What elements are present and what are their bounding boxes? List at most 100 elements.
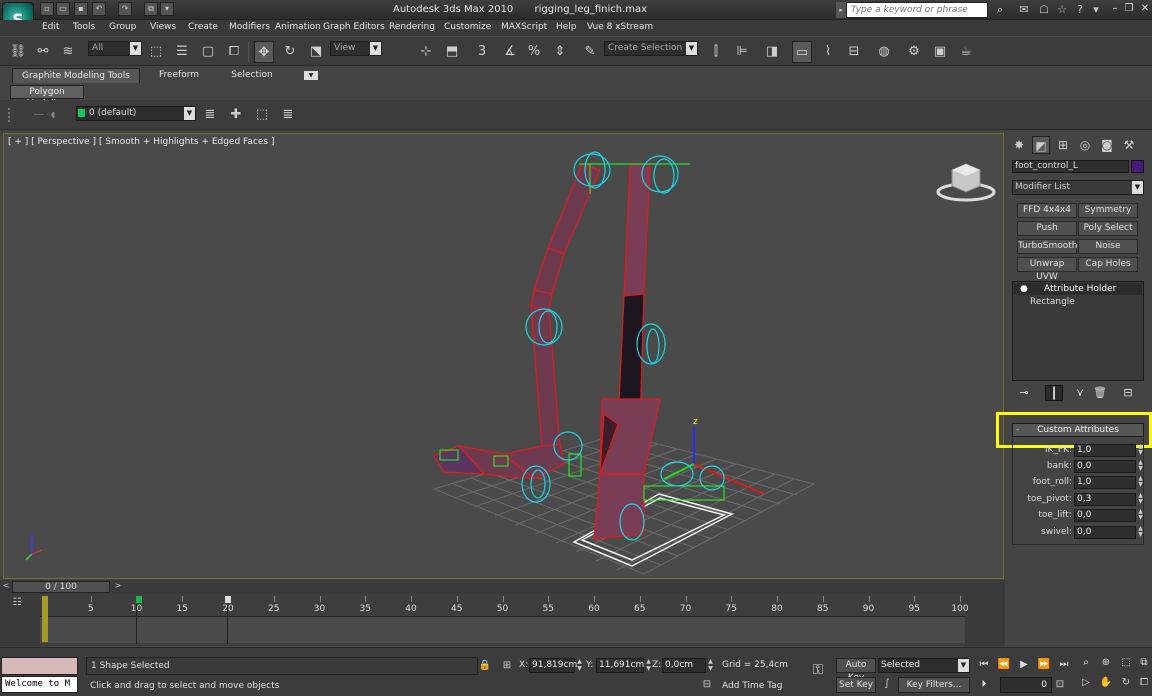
add-time-tag[interactable]: Add Time Tag [718, 678, 800, 694]
y-coordinate-field[interactable]: 11,691cm [596, 658, 644, 673]
time-slider-thumb[interactable]: 0 / 100 [12, 581, 110, 593]
named-selection-set-dropdown[interactable]: Create Selection Se ▼ [604, 41, 698, 56]
modifier-list-dropdown[interactable]: Modifier List ▼ [1012, 180, 1144, 195]
stack-item-attribute-holder[interactable]: ● Attribute Holder [1014, 283, 1142, 295]
create-new-layer-icon[interactable]: ≣ [200, 104, 220, 126]
turbosmooth-button[interactable]: TurboSmooth [1017, 239, 1077, 254]
menu-graph-editors[interactable]: Graph Editors [323, 22, 385, 32]
rendered-frame-window-icon[interactable]: ▣ [930, 41, 950, 63]
param-input[interactable]: 1,0 [1074, 444, 1136, 457]
remove-modifier-icon[interactable]: 🗑 [1091, 385, 1109, 401]
absolute-mode-icon[interactable]: ⊞ [500, 659, 514, 673]
previous-frame-icon[interactable]: < [0, 581, 12, 593]
x-coordinate-field[interactable]: 91,819cm [529, 658, 577, 673]
stack-item-rectangle[interactable]: Rectangle [1014, 296, 1142, 308]
key-tangent-icon[interactable]: ∫ [880, 678, 894, 692]
reference-coordinate-dropdown[interactable]: View ▼ [330, 41, 382, 56]
favorites-icon[interactable]: ☆ [1054, 2, 1070, 18]
lightbulb-icon[interactable]: ● [1020, 283, 1028, 295]
tab-selection[interactable]: Selection [222, 68, 282, 83]
make-unique-icon[interactable]: ⋎ [1071, 385, 1089, 401]
time-tag-icon[interactable]: ⊟ [700, 679, 714, 693]
param-input[interactable]: 1,0 [1074, 476, 1136, 489]
utilities-tab-icon[interactable]: ⚒ [1120, 136, 1138, 154]
quick-access-dropdown-icon[interactable]: ▾ [160, 2, 174, 16]
key-marker[interactable] [136, 596, 142, 603]
new-file-icon[interactable]: ▫ [40, 2, 54, 16]
push-button[interactable]: Push [1017, 221, 1077, 236]
help-dropdown-icon[interactable]: ▾ [1088, 2, 1104, 18]
spinner-icon[interactable]: ▲ ▼ [1137, 476, 1144, 489]
object-name-field[interactable]: foot_control_L [1012, 160, 1129, 173]
cap-holes-button[interactable]: Cap Holes [1078, 257, 1138, 272]
next-frame-icon[interactable]: > [112, 581, 124, 593]
previous-key-icon[interactable]: ⏪ [996, 658, 1012, 672]
frame-ruler[interactable]: 0510152025303540455055606570758085909510… [40, 594, 969, 646]
motion-tab-icon[interactable]: ◎ [1076, 136, 1094, 154]
menu-rendering[interactable]: Rendering [389, 22, 435, 32]
tab-polygon-modeling[interactable]: Polygon Modeling [10, 85, 84, 109]
display-tab-icon[interactable]: ◙ [1098, 136, 1116, 154]
object-color-swatch[interactable] [1131, 160, 1144, 173]
viewport-label[interactable]: [ + ] [ Perspective ] [ Smooth + Highlig… [8, 137, 274, 147]
auto-key-button[interactable]: Auto Key [836, 658, 876, 683]
spinner-icon[interactable]: ▲ ▼ [1137, 444, 1144, 457]
select-object-icon[interactable]: ⬚ [146, 41, 166, 63]
custom-attributes-rollout-header[interactable]: - Custom Attributes [1012, 423, 1144, 437]
bind-space-warp-icon[interactable]: ≋ [58, 41, 78, 63]
spinner-icon[interactable]: ▲ ▼ [1137, 460, 1144, 473]
time-configuration-icon[interactable]: ⊡ [1052, 678, 1068, 692]
undo-icon[interactable]: ↶ [92, 2, 106, 16]
zoom-all-icon[interactable]: ⊕ [1098, 656, 1114, 670]
menu-edit[interactable]: Edit [42, 22, 59, 32]
help-icon[interactable]: ? [1072, 2, 1088, 18]
orbit-icon[interactable]: ↻ [1118, 676, 1134, 690]
spinner-icon[interactable]: ▲ ▼ [1137, 526, 1144, 539]
poly-select-button[interactable]: Poly Select [1078, 221, 1138, 236]
window-crossing-icon[interactable]: ⧠ [224, 41, 244, 63]
param-input[interactable]: 0,0 [1074, 460, 1136, 473]
maximize-icon[interactable]: ❐ [1122, 2, 1136, 16]
schematic-view-icon[interactable]: ⊟ [844, 41, 864, 63]
play-icon[interactable]: ▶ [1016, 658, 1032, 672]
pan-view-icon[interactable]: ✋ [1098, 676, 1114, 690]
ffd-button[interactable]: FFD 4x4x4 [1017, 203, 1077, 218]
redo-icon[interactable]: ↷ [118, 2, 132, 16]
communication-center-icon[interactable]: ☖ [1036, 2, 1052, 18]
tab-graphite-modeling-tools[interactable]: Graphite Modeling Tools [12, 68, 140, 83]
select-by-name-icon[interactable]: ☰ [172, 41, 192, 63]
subscription-icon[interactable]: ✉ [1016, 2, 1032, 18]
render-setup-icon[interactable]: ⚙ [904, 41, 924, 63]
key-track[interactable] [40, 617, 965, 643]
save-file-icon[interactable]: ▪ [74, 2, 88, 16]
key-mode-dropdown[interactable]: Selected ▼ [878, 658, 970, 673]
spinner-icon[interactable]: ▲ ▼ [707, 658, 714, 673]
menu-views[interactable]: Views [150, 22, 176, 32]
add-to-layer-icon[interactable]: ✚ [226, 104, 246, 126]
create-tab-icon[interactable]: ✸ [1010, 136, 1028, 154]
search-expand-icon[interactable]: ▸ [836, 2, 846, 18]
material-editor-icon[interactable]: ◍ [874, 41, 894, 63]
project-folder-icon[interactable]: ⧉ [144, 2, 158, 16]
key-marker[interactable] [225, 596, 231, 603]
layer-manager-icon[interactable]: ◨ [762, 41, 782, 63]
param-input[interactable]: 0,0 [1074, 526, 1136, 539]
noise-button[interactable]: Noise [1078, 239, 1138, 254]
rectangular-selection-icon[interactable]: ▢ [198, 41, 218, 63]
angle-snap-icon[interactable]: ∡ [500, 41, 520, 63]
param-input[interactable]: 0,0 [1074, 509, 1136, 522]
zoom-extents-icon[interactable]: ⬚ [1118, 656, 1134, 670]
key-icon[interactable]: ⚿ [806, 662, 830, 682]
mirror-icon[interactable]: ⫿ [706, 41, 726, 63]
manipulate-icon[interactable]: ⬒ [442, 41, 462, 63]
unlink-icon[interactable]: ⚯ [33, 41, 53, 63]
spinner-icon[interactable]: ▲ ▼ [1137, 509, 1144, 522]
selection-filter-dropdown[interactable]: All ▼ [88, 41, 142, 56]
spinner-icon[interactable]: ▲ ▼ [1137, 493, 1144, 506]
snaps-toggle-icon[interactable]: 3 [472, 41, 492, 63]
menu-tools[interactable]: Tools [73, 22, 95, 32]
unwrap-uvw-button[interactable]: Unwrap UVW [1017, 257, 1077, 282]
layer-visibility-icon[interactable]: ── ◦◖ [34, 110, 70, 119]
z-coordinate-field[interactable]: 0,0cm [662, 658, 706, 673]
render-production-icon[interactable]: ☕ [956, 41, 976, 63]
